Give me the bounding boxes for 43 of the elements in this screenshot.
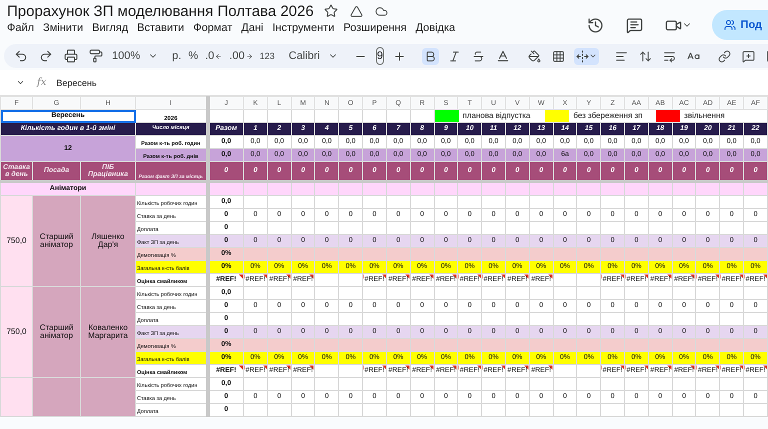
position-cell: Старший аніматор: [32, 286, 80, 378]
arrow-right-icon: [246, 52, 253, 60]
link-icon[interactable]: [716, 48, 733, 64]
document-title[interactable]: Прорахунок ЗП моделювання Полтава 2026: [7, 2, 314, 20]
menu-item[interactable]: Змінити: [43, 22, 84, 34]
legend-label: без збереження зп: [572, 112, 644, 120]
menu-item[interactable]: Довідка: [416, 22, 456, 34]
font-select[interactable]: Calibri: [288, 50, 338, 62]
bold-icon[interactable]: [422, 48, 439, 64]
menu-item[interactable]: Розширення: [343, 22, 407, 34]
fill-color-icon[interactable]: [526, 48, 543, 64]
menu-item[interactable]: Файл: [7, 22, 34, 34]
arrow-left-icon: [215, 52, 222, 60]
people-icon: [724, 19, 736, 31]
employee-name-cell: Коваленко Маргарита: [80, 286, 136, 378]
paint-format-icon[interactable]: [87, 47, 105, 65]
merge-cells-icon[interactable]: [574, 48, 599, 64]
rate-cell: 750,0: [0, 286, 32, 378]
increase-decimals-button[interactable]: .00: [229, 50, 253, 62]
decrease-decimals-button[interactable]: .0: [205, 50, 222, 62]
menu-item[interactable]: Інструменти: [272, 22, 334, 34]
percent-format-button[interactable]: %: [188, 50, 198, 62]
star-icon[interactable]: [322, 2, 340, 20]
menu-item[interactable]: Вигляд: [92, 22, 128, 34]
menu-item[interactable]: Формат: [193, 22, 232, 34]
position-cell: Старший аніматор: [32, 196, 80, 286]
employee-name-cell: Ляшенко Дар'я: [80, 196, 136, 286]
zoom-select[interactable]: 100%: [112, 50, 158, 62]
font-size-field[interactable]: 9: [376, 47, 384, 65]
menu-item[interactable]: Вставити: [137, 22, 184, 34]
share-button[interactable]: Под: [712, 10, 768, 40]
legend-label: планова відпустка: [462, 112, 532, 120]
number-format-button[interactable]: 123: [260, 51, 275, 61]
currency-format-button[interactable]: р.: [172, 50, 182, 62]
rate-cell: [0, 378, 32, 416]
position-cell: [32, 378, 80, 416]
menu-item[interactable]: Дані: [241, 22, 264, 34]
fx-label: fx: [37, 77, 46, 88]
employee-name-cell: [80, 378, 136, 416]
print-icon[interactable]: [62, 47, 80, 65]
formula-value[interactable]: Вересень: [56, 78, 97, 88]
legend-label: звільнення: [683, 112, 726, 120]
rate-cell: 750,0: [0, 196, 32, 286]
